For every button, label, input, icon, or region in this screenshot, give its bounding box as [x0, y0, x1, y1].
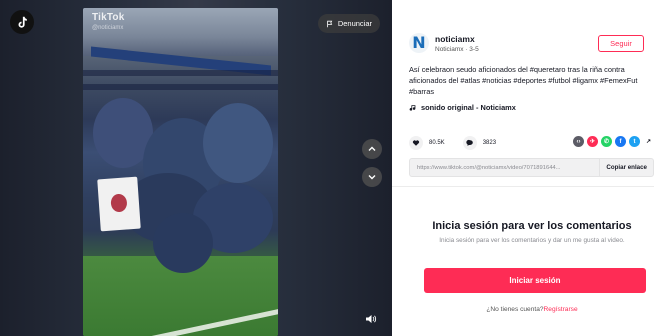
author-block[interactable]: N noticiamx Noticiamx · 3-5	[409, 33, 479, 53]
flag-icon	[327, 20, 333, 27]
video-watermark-handle: @noticiamx	[92, 25, 124, 31]
volume-icon	[366, 315, 377, 323]
stand-row	[83, 70, 278, 76]
video-description: Así celebraon seudo aficionados del #que…	[409, 65, 638, 96]
stats-row: 80.5K 3823	[409, 136, 508, 150]
signup-prompt: ¿No tienes cuenta?Regístrarse	[392, 306, 654, 313]
divider	[392, 186, 654, 187]
volume-button[interactable]	[362, 310, 380, 328]
share-arrow-icon[interactable]: ↗	[643, 136, 654, 147]
facebook-icon[interactable]: f	[615, 136, 626, 147]
comment-count: 3823	[482, 140, 497, 146]
author-username[interactable]: noticiamx	[435, 34, 479, 44]
whatsapp-icon[interactable]: ✆	[601, 136, 612, 147]
heart-icon	[412, 140, 420, 146]
avatar[interactable]: N	[409, 33, 429, 53]
report-button[interactable]: Denunciar	[317, 14, 380, 33]
avatar-letter: N	[412, 33, 426, 52]
crowd-group	[203, 103, 273, 183]
author-text: noticiamx Noticiamx · 3-5	[435, 34, 479, 53]
video-watermark: TikTok	[92, 12, 125, 23]
share-icons: ‹› ✈ ✆ f t ↗	[573, 136, 654, 147]
previous-video-button[interactable]	[362, 139, 382, 159]
twitter-icon[interactable]: t	[629, 136, 640, 147]
comment-button[interactable]	[462, 136, 477, 150]
follow-button[interactable]: Seguir	[598, 35, 644, 52]
report-label: Denunciar	[337, 19, 372, 28]
signup-prefix: ¿No tienes cuenta?	[486, 306, 544, 313]
login-prompt-subtitle: Inicia sesión para ver los comentarios y…	[439, 237, 625, 244]
login-prompt-title: Inicia sesión para ver los comentarios	[432, 220, 632, 232]
stand-row	[83, 84, 278, 90]
next-video-button[interactable]	[362, 167, 382, 187]
pinterest-icon[interactable]: ✈	[587, 136, 598, 147]
login-button[interactable]: Iniciar sesión	[424, 268, 646, 293]
sound-name: sonido original - Noticiamx	[421, 103, 516, 112]
club-crest	[110, 193, 128, 213]
player-figure	[153, 213, 213, 273]
video-player[interactable]: TikTok @noticiamx Denunciar	[0, 0, 392, 336]
like-count: 80.5K	[429, 140, 445, 146]
embed-icon[interactable]: ‹›	[573, 136, 584, 147]
video-frame[interactable]	[83, 8, 278, 336]
video-link-box: https://www.tiktok.com/@noticiamx/video/…	[409, 158, 654, 177]
info-panel: N noticiamx Noticiamx · 3-5 Seguir Así c…	[392, 0, 654, 336]
fan-flag	[97, 176, 141, 232]
signup-link[interactable]: Regístrarse	[544, 306, 578, 313]
comment-icon	[466, 139, 473, 146]
video-link-url[interactable]: https://www.tiktok.com/@noticiamx/video/…	[410, 165, 599, 171]
copy-link-button[interactable]: Copiar enlace	[599, 159, 653, 176]
tiktok-logo-icon[interactable]	[10, 10, 34, 34]
chevron-down-icon	[368, 175, 376, 180]
music-note-icon	[409, 104, 416, 111]
author-meta: Noticiamx · 3-5	[435, 45, 479, 53]
tiktok-video-page: TikTok @noticiamx Denunciar N noticiamx	[0, 0, 654, 336]
sound-link[interactable]: sonido original - Noticiamx	[409, 103, 516, 112]
chevron-up-icon	[368, 146, 376, 151]
tiktok-note-icon	[18, 16, 27, 28]
like-button[interactable]	[409, 136, 423, 150]
